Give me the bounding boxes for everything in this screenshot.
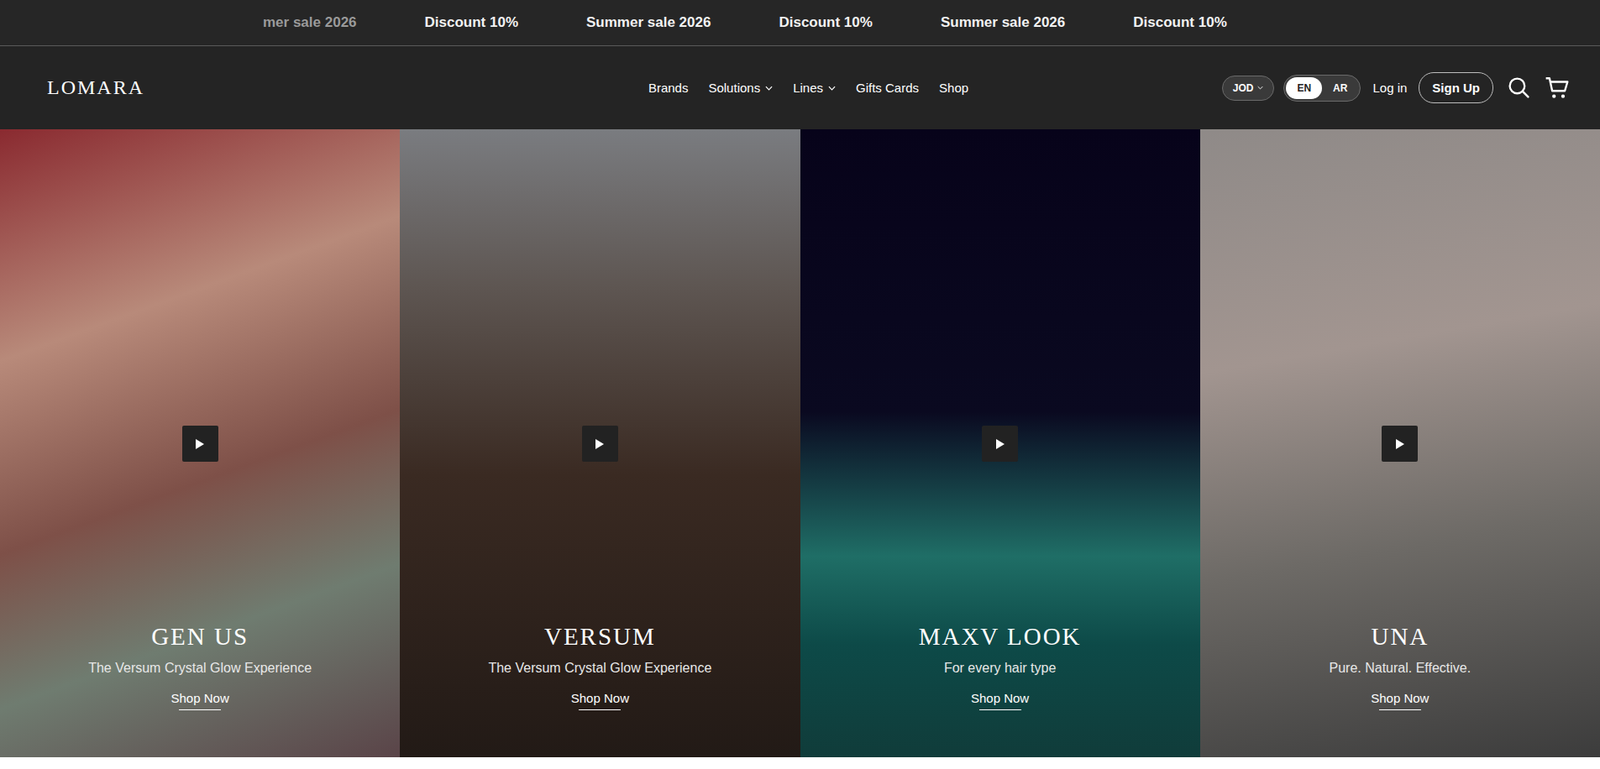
panel-title: VERSUM — [544, 623, 656, 651]
hero-panel: UNA Pure. Natural. Effective. Shop Now — [1200, 129, 1600, 758]
announcement-item: Summer sale 2026 — [940, 14, 1065, 32]
language-toggle: ENAR — [1283, 74, 1361, 102]
announcement-item: Discount 10% — [1133, 14, 1227, 32]
hero-grid: GEN US The Versum Crystal Glow Experience… — [0, 129, 1600, 758]
currency-select[interactable]: JOD — [1222, 75, 1275, 101]
language-option[interactable]: EN — [1285, 77, 1322, 100]
main-menu: Brands Solutions Lines Gifts Cards Shop — [648, 80, 969, 95]
panel-subtitle: The Versum Crystal Glow Experience — [88, 660, 312, 677]
panel-title: MAXV LOOK — [918, 623, 1082, 651]
shop-now-link[interactable]: Shop Now — [171, 691, 230, 711]
chevron-down-icon — [1257, 85, 1264, 90]
menu-link[interactable]: Lines — [792, 80, 836, 95]
play-button[interactable] — [582, 425, 619, 462]
menu-link[interactable]: Shop — [939, 80, 969, 95]
hero-panel: GEN US The Versum Crystal Glow Experience… — [0, 129, 400, 758]
announcement-bar: mer sale 2026 Discount 10% Summer sale 202… — [0, 0, 1600, 47]
hero-panel: VERSUM The Versum Crystal Glow Experience… — [399, 129, 800, 758]
announcement-item: Discount 10% — [778, 14, 872, 32]
panel-caption: GEN US The Versum Crystal Glow Experience… — [88, 623, 312, 711]
header-actions: JOD ENAR Log in Sign Up — [968, 72, 1570, 104]
chevron-down-icon — [765, 85, 773, 91]
language-option[interactable]: AR — [1321, 77, 1359, 100]
play-icon — [594, 438, 605, 451]
menu-link[interactable]: Brands — [648, 80, 689, 95]
panel-subtitle: The Versum Crystal Glow Experience — [487, 660, 712, 677]
announcement-item: Summer sale 2026 — [586, 14, 711, 32]
shop-now-link[interactable]: Shop Now — [571, 691, 630, 711]
play-icon — [995, 438, 1006, 451]
panel-subtitle: For every hair type — [944, 660, 1056, 677]
cart-icon[interactable] — [1544, 76, 1570, 100]
hero-panel: MAXV LOOK For every hair type Shop Now — [800, 129, 1201, 758]
panel-caption: VERSUM The Versum Crystal Glow Experience… — [487, 623, 712, 711]
panel-subtitle: Pure. Natural. Effective. — [1329, 660, 1472, 677]
login-link[interactable]: Log in — [1372, 80, 1407, 95]
menu-link[interactable]: Gifts Cards — [855, 80, 919, 95]
play-icon — [1395, 438, 1406, 451]
play-button[interactable] — [981, 425, 1018, 462]
panel-title: GEN US — [151, 623, 249, 651]
play-button[interactable] — [1381, 425, 1418, 462]
menu-link[interactable]: Solutions — [708, 80, 773, 95]
header: LOMARABrands Solutions Lines Gifts Cards Sho… — [0, 46, 1600, 130]
page: mer sale 2026 Discount 10% Summer sale 202… — [0, 0, 1600, 758]
play-button[interactable] — [182, 425, 219, 462]
play-icon — [194, 438, 205, 451]
panel-caption: UNA Pure. Natural. Effective. Shop Now — [1329, 623, 1472, 711]
shop-now-link[interactable]: Shop Now — [1370, 691, 1429, 711]
search-icon[interactable] — [1507, 76, 1531, 100]
signup-button[interactable]: Sign Up — [1418, 72, 1494, 104]
announcement-item: mer sale 2026 — [262, 14, 357, 32]
chevron-down-icon — [828, 85, 836, 91]
shop-now-link[interactable]: Shop Now — [970, 691, 1029, 711]
panel-caption: MAXV LOOK For every hair type Shop Now — [918, 623, 1082, 711]
announcement-item: Discount 10% — [424, 14, 519, 32]
logo[interactable]: LOMARA — [47, 76, 649, 100]
panel-title: UNA — [1370, 623, 1429, 651]
